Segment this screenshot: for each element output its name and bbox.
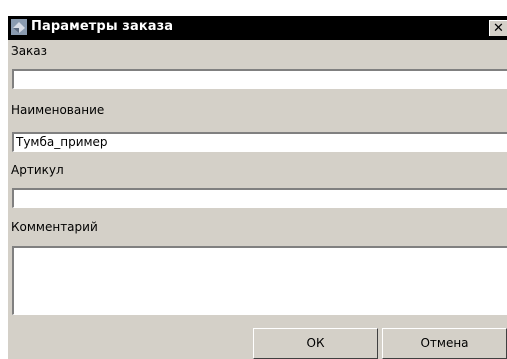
ok-button[interactable]: ОК <box>253 328 378 359</box>
comment-field[interactable] <box>12 246 507 315</box>
app-icon <box>11 19 27 35</box>
article-label: Артикул <box>11 163 64 177</box>
close-icon[interactable]: ✕ <box>489 20 507 36</box>
comment-label-band: Комментарий <box>8 216 507 238</box>
name-field[interactable]: Тумба_пример <box>12 132 507 152</box>
name-label: Наименование <box>11 103 105 117</box>
window-title: Параметры заказа <box>31 19 174 34</box>
comment-label: Комментарий <box>11 220 98 234</box>
order-parameters-dialog: Параметры заказа ✕ Заказ Наименование Ту… <box>8 16 507 359</box>
order-label: Заказ <box>11 44 48 58</box>
name-label-band: Наименование <box>8 99 507 121</box>
order-label-band: Заказ <box>8 40 507 62</box>
article-field[interactable] <box>12 188 507 208</box>
title-bar[interactable]: Параметры заказа ✕ <box>8 16 507 40</box>
article-label-band: Артикул <box>8 159 507 181</box>
cancel-button[interactable]: Отмена <box>382 328 507 359</box>
order-field[interactable] <box>12 69 507 89</box>
button-row: ОК Отмена <box>8 317 507 359</box>
